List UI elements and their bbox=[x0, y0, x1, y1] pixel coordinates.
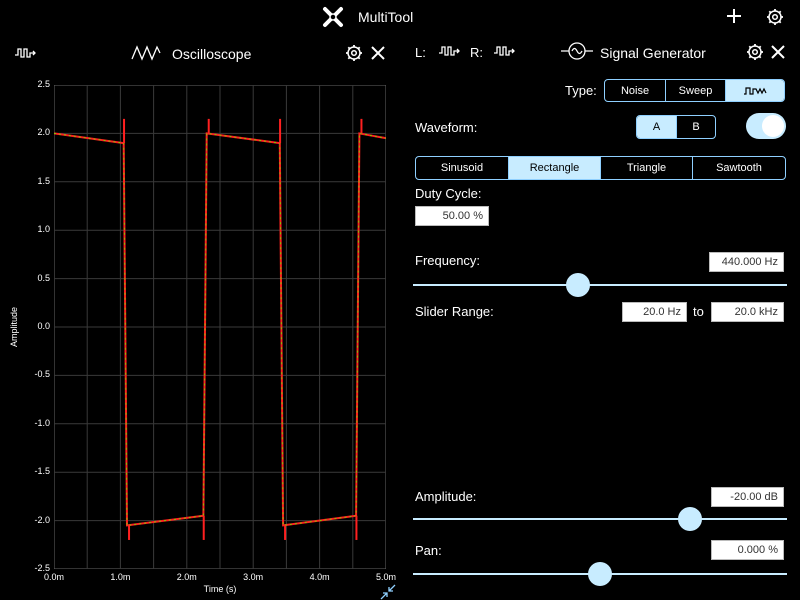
pan-field[interactable]: 0.000 % bbox=[711, 540, 784, 560]
x-tick-label: 1.0m bbox=[110, 572, 131, 582]
pan-slider-thumb[interactable] bbox=[588, 562, 612, 586]
y-tick-label: 2.5 bbox=[37, 79, 50, 89]
right-channel-label: R: bbox=[470, 45, 483, 60]
signal-generator-icon bbox=[561, 42, 593, 60]
y-tick-label: 0.5 bbox=[37, 272, 50, 283]
duty-cycle-field[interactable]: 50.00 % bbox=[415, 206, 489, 226]
frequency-field[interactable]: 440.000 Hz bbox=[709, 252, 784, 272]
frequency-slider-thumb[interactable] bbox=[565, 273, 590, 297]
waveform-input-icon bbox=[15, 48, 36, 58]
y-axis-label: Amplitude bbox=[9, 306, 19, 348]
oscilloscope-settings-gear-icon[interactable] bbox=[345, 44, 363, 62]
range-to-field[interactable]: 20.0 kHz bbox=[711, 302, 784, 322]
type-label: Type: bbox=[565, 83, 597, 98]
toggle-knob bbox=[762, 115, 784, 137]
expand-plot-icon[interactable] bbox=[380, 584, 396, 600]
add-icon[interactable] bbox=[726, 8, 742, 24]
app-title: MultiTool bbox=[358, 9, 414, 25]
shape-option-sinusoid[interactable]: Sinusoid bbox=[416, 157, 508, 179]
y-tick-label: -0.5 bbox=[34, 369, 50, 380]
y-tick-label: 2.0 bbox=[37, 127, 50, 138]
amplitude-label: Amplitude: bbox=[415, 489, 477, 504]
shape-option-triangle[interactable]: Triangle bbox=[600, 157, 692, 179]
x-tick-label: 4.0m bbox=[309, 572, 330, 582]
generator-close-icon[interactable] bbox=[771, 45, 785, 59]
oscilloscope-close-icon[interactable] bbox=[371, 46, 385, 60]
amplitude-field[interactable]: -20.00 dB bbox=[711, 487, 784, 507]
x-tick-label: 0.0m bbox=[43, 572, 64, 582]
frequency-label: Frequency: bbox=[415, 253, 481, 268]
left-channel-waveform-icon[interactable] bbox=[438, 44, 462, 58]
oscilloscope-wave-icon bbox=[131, 45, 161, 61]
range-from-field[interactable]: 20.0 Hz bbox=[622, 302, 687, 322]
left-channel-label: L: bbox=[415, 45, 426, 60]
y-tick-label: 1.5 bbox=[37, 175, 50, 186]
shape-option-rectangle[interactable]: Rectangle bbox=[508, 157, 600, 179]
shape-option-sawtooth[interactable]: Sawtooth bbox=[692, 157, 785, 179]
custom-waveform-icon bbox=[744, 86, 767, 95]
amplitude-slider-track[interactable] bbox=[413, 518, 787, 520]
waveform-label: Waveform: bbox=[415, 120, 478, 135]
frequency-slider-track[interactable] bbox=[413, 284, 787, 286]
duty-cycle-label: Duty Cycle: bbox=[415, 186, 482, 201]
range-to-label: to bbox=[693, 304, 704, 319]
oscilloscope-plot[interactable] bbox=[54, 85, 386, 569]
signal-generator-title: Signal Generator bbox=[600, 45, 706, 61]
y-tick-label: -2.0 bbox=[34, 514, 50, 525]
type-option-custom[interactable] bbox=[725, 80, 784, 101]
right-channel-waveform-icon[interactable] bbox=[493, 44, 517, 58]
waveform-option-a[interactable]: A bbox=[637, 116, 676, 138]
shape-segmented-control[interactable]: Sinusoid Rectangle Triangle Sawtooth bbox=[415, 156, 786, 180]
amplitude-slider-thumb[interactable] bbox=[677, 507, 702, 531]
waveform-toggle-switch[interactable] bbox=[746, 113, 786, 139]
y-tick-label: -1.5 bbox=[34, 466, 50, 477]
waveform-option-b[interactable]: B bbox=[676, 116, 715, 138]
oscilloscope-title: Oscilloscope bbox=[172, 46, 252, 62]
multitool-logo-icon bbox=[323, 7, 343, 27]
pan-label: Pan: bbox=[415, 543, 442, 558]
type-option-sweep[interactable]: Sweep bbox=[665, 80, 725, 101]
type-option-noise[interactable]: Noise bbox=[605, 80, 665, 101]
x-tick-label: 5.0m bbox=[375, 572, 396, 582]
app-settings-gear-icon[interactable] bbox=[766, 8, 784, 26]
x-axis-label: Time (s) bbox=[203, 584, 237, 594]
slider-range-label: Slider Range: bbox=[415, 304, 494, 319]
waveform-ab-selector[interactable]: A B bbox=[636, 115, 716, 139]
x-tick-label: 3.0m bbox=[243, 572, 264, 582]
y-tick-label: -1.0 bbox=[34, 417, 50, 428]
type-segmented-control[interactable]: Noise Sweep bbox=[604, 79, 785, 102]
generator-settings-gear-icon[interactable] bbox=[746, 43, 764, 61]
y-tick-label: 1.0 bbox=[37, 224, 50, 235]
x-tick-label: 2.0m bbox=[176, 572, 197, 582]
